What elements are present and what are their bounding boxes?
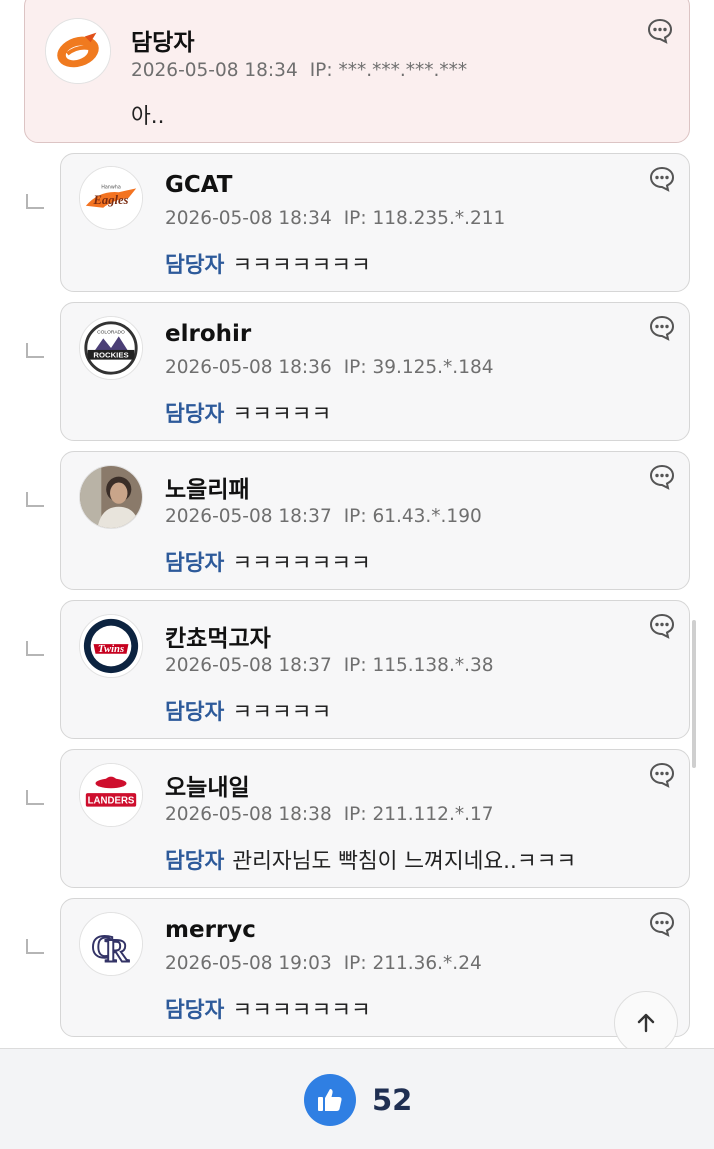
comment-nickname[interactable]: merryc	[165, 917, 256, 943]
svg-text:Twins: Twins	[98, 644, 124, 655]
eagle-e-logo-icon	[46, 19, 110, 83]
svg-text:Hanwha: Hanwha	[101, 184, 121, 190]
comment-card: LANDERS 오늘내일 2026-05-08 18:38 IP: 211.112…	[60, 749, 690, 888]
comment-ip: IP: 61.43.*.190	[343, 506, 482, 527]
comment-text: 담당자 ㅋㅋㅋㅋㅋ	[165, 695, 331, 726]
minnesota-twins-logo-icon: Twins	[80, 615, 142, 677]
comment-avatar[interactable]: Eagles Hanwha	[79, 166, 143, 230]
comment-card: C R merryc 2026-05-08 19:03 IP: 211.36.*.…	[60, 898, 690, 1037]
like-count: 52	[372, 1083, 413, 1117]
hanwha-eagles-logo-icon: Eagles Hanwha	[80, 167, 142, 229]
reply-indent-marker	[26, 343, 44, 358]
comment-ip: IP: 211.36.*.24	[343, 953, 482, 974]
comment-message: ㅋㅋㅋㅋㅋ	[232, 402, 332, 427]
comment-card: 노을리패 2026-05-08 18:37 IP: 61.43.*.190 담당자…	[60, 451, 690, 590]
comment-text: 담당자 관리자님도 빡침이 느껴지네요..ㅋㅋㅋ	[165, 844, 576, 875]
scrollbar-thumb[interactable]	[692, 620, 696, 768]
comment-date: 2026-05-08 18:38	[165, 804, 332, 825]
reply-indent-marker	[26, 939, 44, 954]
comment-mention[interactable]: 담당자	[165, 849, 224, 874]
reply-indent-marker	[26, 790, 44, 805]
svg-text:COLORADO: COLORADO	[97, 329, 125, 335]
comment-date: 2026-05-08 19:03	[165, 953, 332, 974]
comment-mention[interactable]: 담당자	[165, 402, 224, 427]
comment-message: ㅋㅋㅋㅋㅋ	[232, 700, 332, 725]
comment-card: Twins 칸쵸먹고자 2026-05-08 18:37 IP: 115.138.…	[60, 600, 690, 739]
original-post-date: 2026-05-08 18:34	[131, 60, 298, 81]
comment-ip: IP: 118.235.*.211	[343, 208, 506, 229]
comment-meta: 2026-05-08 18:34 IP: 118.235.*.211	[165, 208, 505, 229]
comment-message: ㅋㅋㅋㅋㅋㅋㅋ	[232, 551, 371, 576]
comment-mention[interactable]: 담당자	[165, 700, 224, 725]
colorado-rockies-logo-icon: ROCKIES COLORADO	[80, 317, 142, 379]
comment-avatar[interactable]: Twins	[79, 614, 143, 678]
svg-text:Eagles: Eagles	[93, 193, 129, 207]
comment-ip: IP: 115.138.*.38	[343, 655, 494, 676]
original-post-ip: IP: ***.***.***.***	[309, 60, 468, 81]
original-post-avatar[interactable]	[45, 18, 111, 84]
reply-bubble-icon[interactable]	[649, 613, 675, 639]
comment-ip: IP: 211.112.*.17	[343, 804, 494, 825]
thumbs-up-icon	[318, 1089, 342, 1111]
reply-bubble-icon[interactable]	[649, 315, 675, 341]
comment-card: Eagles Hanwha GCAT 2026-05-08 18:34 IP: 1…	[60, 153, 690, 292]
reply-indent-marker	[26, 194, 44, 209]
original-post-text: 아..	[131, 104, 165, 129]
comment-meta: 2026-05-08 19:03 IP: 211.36.*.24	[165, 953, 482, 974]
comment-nickname[interactable]: 칸쵸먹고자	[165, 619, 271, 653]
reply-bubble-icon[interactable]	[649, 911, 675, 937]
comment-avatar[interactable]	[79, 465, 143, 529]
reply-bubble-icon[interactable]	[647, 18, 673, 44]
svg-text:R: R	[105, 933, 130, 969]
comment-message: 관리자님도 빡침이 느껴지네요..ㅋㅋㅋ	[232, 849, 577, 874]
original-post-meta: 2026-05-08 18:34 IP: ***.***.***.***	[131, 60, 467, 81]
comment-nickname[interactable]: GCAT	[165, 172, 232, 198]
comment-avatar[interactable]: ROCKIES COLORADO	[79, 316, 143, 380]
comment-thread: 담당자 2026-05-08 18:34 IP: ***.***.***.*** …	[0, 0, 714, 1048]
user-photo-avatar	[80, 466, 142, 528]
rockies-cr-logo-icon: C R	[80, 913, 142, 975]
comment-text: 담당자 ㅋㅋㅋㅋㅋㅋㅋ	[165, 993, 371, 1024]
comment-meta: 2026-05-08 18:36 IP: 39.125.*.184	[165, 357, 494, 378]
like-button[interactable]	[304, 1074, 356, 1126]
reply-bubble-icon[interactable]	[649, 762, 675, 788]
comment-mention[interactable]: 담당자	[165, 998, 224, 1023]
like-bar: 52	[0, 1048, 714, 1149]
comment-ip: IP: 39.125.*.184	[343, 357, 494, 378]
comment-mention[interactable]: 담당자	[165, 551, 224, 576]
comment-date: 2026-05-08 18:37	[165, 655, 332, 676]
svg-text:ROCKIES: ROCKIES	[93, 351, 128, 360]
original-post-card: 담당자 2026-05-08 18:34 IP: ***.***.***.*** …	[24, 0, 690, 143]
reply-bubble-icon[interactable]	[649, 464, 675, 490]
comment-text: 담당자 ㅋㅋㅋㅋㅋㅋㅋ	[165, 248, 371, 279]
comment-text: 담당자 ㅋㅋㅋㅋㅋㅋㅋ	[165, 546, 371, 577]
reply-indent-marker	[26, 641, 44, 656]
comment-nickname[interactable]: 오늘내일	[165, 768, 250, 802]
comment-message: ㅋㅋㅋㅋㅋㅋㅋ	[232, 253, 371, 278]
arrow-up-icon	[637, 1013, 655, 1033]
comment-meta: 2026-05-08 18:38 IP: 211.112.*.17	[165, 804, 494, 825]
reply-indent-marker	[26, 492, 44, 507]
original-post-nickname[interactable]: 담당자	[131, 23, 194, 57]
scroll-to-top-button[interactable]	[614, 991, 678, 1048]
comment-date: 2026-05-08 18:36	[165, 357, 332, 378]
comment-nickname[interactable]: elrohir	[165, 321, 251, 347]
ssg-landers-logo-icon: LANDERS	[80, 764, 142, 826]
comment-card: ROCKIES COLORADO elrohir 2026-05-08 18:3…	[60, 302, 690, 441]
comment-message: ㅋㅋㅋㅋㅋㅋㅋ	[232, 998, 371, 1023]
comment-text: 담당자 ㅋㅋㅋㅋㅋ	[165, 397, 331, 428]
comment-date: 2026-05-08 18:37	[165, 506, 332, 527]
comment-date: 2026-05-08 18:34	[165, 208, 332, 229]
reply-bubble-icon[interactable]	[649, 166, 675, 192]
svg-text:LANDERS: LANDERS	[88, 796, 135, 807]
comment-avatar[interactable]: LANDERS	[79, 763, 143, 827]
comment-meta: 2026-05-08 18:37 IP: 61.43.*.190	[165, 506, 482, 527]
comment-avatar[interactable]: C R	[79, 912, 143, 976]
comment-meta: 2026-05-08 18:37 IP: 115.138.*.38	[165, 655, 494, 676]
comment-nickname[interactable]: 노을리패	[165, 470, 250, 504]
comment-mention[interactable]: 담당자	[165, 253, 224, 278]
